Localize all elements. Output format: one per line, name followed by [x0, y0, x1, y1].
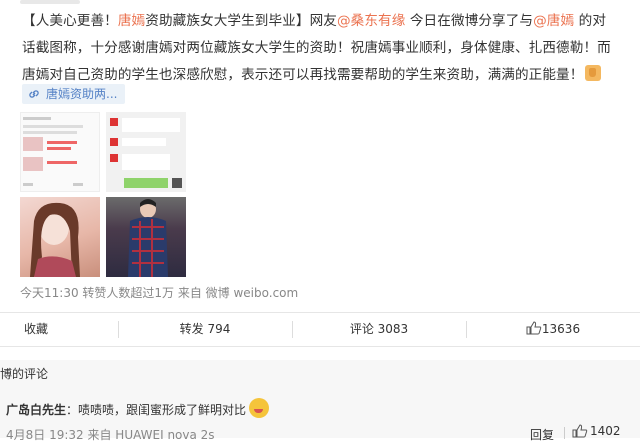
- post-meta: 今天11:30 转赞人数超过1万 来自 微博 weibo.com: [20, 286, 299, 300]
- portrait-photo-icon: [30, 202, 80, 277]
- comment-username[interactable]: 广岛白先生: [6, 403, 66, 417]
- comments-title: 博的评论: [0, 367, 49, 381]
- repost-button[interactable]: 转发 794: [118, 313, 292, 346]
- thumbs-up-icon: [572, 424, 588, 438]
- favorite-button[interactable]: 收藏: [0, 313, 118, 346]
- post-text-line-2: 话截图称，十分感谢唐嫣对两位藏族女大学生的资助！祝唐嫣事业顺利，身体健康、扎西德…: [22, 40, 611, 56]
- comments-section: 博的评论 广岛白先生：啧啧啧，跟闺蜜形成了鲜明对比 4月8日 19:32 来自 …: [0, 360, 640, 442]
- post-text: 【人美心更善！唐嫣资助藏族女大学生到毕业】网友@桑东有缘 今日在微博分享了与@唐…: [22, 8, 628, 89]
- image-thumbnail-chat-2[interactable]: [106, 112, 186, 192]
- post-topic-link[interactable]: 唐嫣: [118, 13, 145, 29]
- thumbs-up-emoji-icon: [585, 65, 602, 81]
- image-thumbnail-chat-1[interactable]: [20, 112, 100, 192]
- portrait-photo-icon: [128, 199, 168, 277]
- chat-screenshot-icon: [23, 117, 83, 186]
- post-text-body-2: 今日在微博分享了与: [409, 13, 534, 29]
- mention-user-1[interactable]: @桑东有缘: [337, 13, 405, 29]
- laughing-emoji-icon: [249, 398, 270, 418]
- comment-meta: 4月8日 19:32 来自 HUAWEI nova 2s: [6, 428, 215, 442]
- divider: [564, 427, 565, 439]
- action-bar: 收藏 转发 794 评论 3083 13636: [0, 312, 640, 347]
- link-card[interactable]: 唐嫣资助两...: [22, 84, 126, 104]
- post-text-intro: 【人美心更善！: [22, 13, 118, 29]
- like-count: 13636: [541, 322, 581, 336]
- post-text-body: 资助藏族女大学生到毕业】网友: [145, 13, 337, 29]
- mention-user-2[interactable]: @唐嫣: [533, 13, 574, 29]
- comment-button[interactable]: 评论 3083: [292, 313, 466, 346]
- image-thumbnail-portrait-2[interactable]: [106, 197, 186, 277]
- comment-like-button[interactable]: 1402: [572, 424, 621, 438]
- image-thumbnail-portrait-1[interactable]: [20, 197, 100, 277]
- post-text-line-3: 唐嫣对自己资助的学生也深感欣慰，表示还可以再找需要帮助的学生来资助，满满的正能量…: [22, 67, 584, 83]
- link-card-label: 唐嫣资助两...: [46, 87, 118, 101]
- comment-like-count: 1402: [590, 424, 621, 438]
- like-button[interactable]: 13636: [466, 313, 640, 346]
- reply-button[interactable]: 回复: [530, 426, 554, 443]
- cropped-header: [20, 0, 80, 4]
- chat-screenshot-icon: [110, 118, 182, 188]
- post-text-body-3: 的对: [578, 13, 607, 29]
- thumbs-up-icon: [526, 321, 542, 335]
- link-icon: [29, 90, 39, 98]
- comment-text: ：啧啧啧，跟闺蜜形成了鲜明对比: [66, 403, 247, 417]
- comment-item: 广岛白先生：啧啧啧，跟闺蜜形成了鲜明对比: [6, 398, 270, 418]
